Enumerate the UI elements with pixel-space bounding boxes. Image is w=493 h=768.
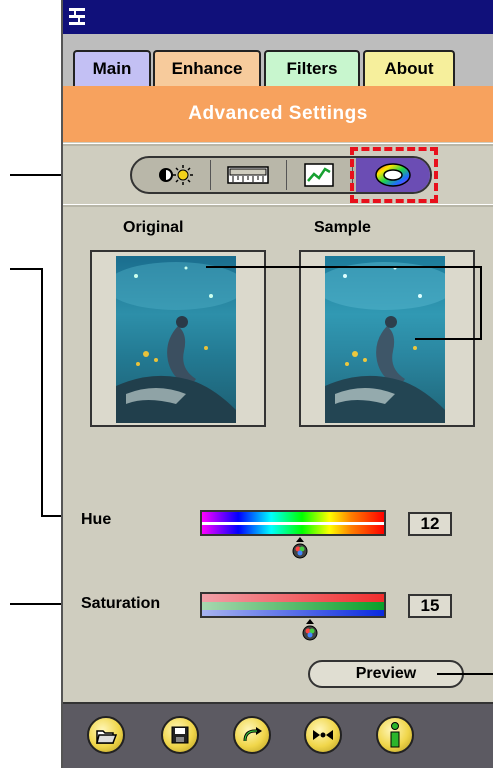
tab-about[interactable]: About [363, 50, 455, 86]
compare-icon [313, 730, 333, 740]
mode-levels-button[interactable] [212, 158, 284, 192]
app-window: Main Enhance Filters About Advanced Sett… [61, 0, 493, 768]
original-image-frame [90, 250, 266, 427]
divider [63, 204, 493, 207]
info-icon [390, 722, 400, 748]
hue-slider-knob[interactable] [292, 537, 308, 559]
callout-line-sample-v [480, 266, 482, 340]
callout-line-images-h1 [10, 268, 43, 270]
saturation-label: Saturation [81, 595, 161, 612]
tab-filters[interactable]: Filters [264, 50, 360, 86]
hue-label: Hue [81, 511, 112, 528]
bottom-toolbar [63, 702, 493, 768]
tab-strip: Main Enhance Filters About [63, 34, 493, 86]
title-bar [63, 0, 493, 34]
brightness-icon [159, 165, 193, 185]
tab-main[interactable]: Main [73, 50, 151, 86]
panel-banner: Advanced Settings [63, 86, 493, 142]
mode-divider [210, 160, 211, 190]
saturation-bar[interactable] [200, 592, 386, 618]
mode-divider [286, 160, 287, 190]
mode-brightness-button[interactable] [144, 158, 206, 192]
app-icon [69, 8, 85, 25]
save-disk-icon [171, 726, 189, 744]
curve-graph-icon [304, 163, 334, 187]
hue-spectrum-bar[interactable] [200, 510, 386, 536]
callout-line-sample-h2 [415, 338, 482, 340]
callout-line-images-v [41, 268, 43, 516]
tab-enhance[interactable]: Enhance [153, 50, 261, 86]
ruler-icon [227, 166, 269, 184]
open-folder-icon [96, 730, 117, 744]
compare-button[interactable] [304, 716, 342, 754]
divider [63, 143, 493, 146]
save-button[interactable] [161, 716, 199, 754]
open-button[interactable] [87, 716, 125, 754]
callout-line-sample-h [206, 266, 482, 268]
saturation-value[interactable]: 15 [408, 594, 452, 618]
original-photo [116, 256, 236, 423]
callout-line-preview [437, 673, 493, 675]
original-label: Original [123, 219, 184, 236]
sample-label: Sample [314, 219, 371, 236]
selected-mode-highlight [350, 147, 438, 203]
undo-arrow-icon [243, 727, 262, 742]
mode-curves-button[interactable] [288, 158, 350, 192]
saturation-slider-knob[interactable] [302, 619, 318, 641]
undo-button[interactable] [233, 716, 271, 754]
hue-value[interactable]: 12 [408, 512, 452, 536]
info-button[interactable] [376, 716, 414, 754]
